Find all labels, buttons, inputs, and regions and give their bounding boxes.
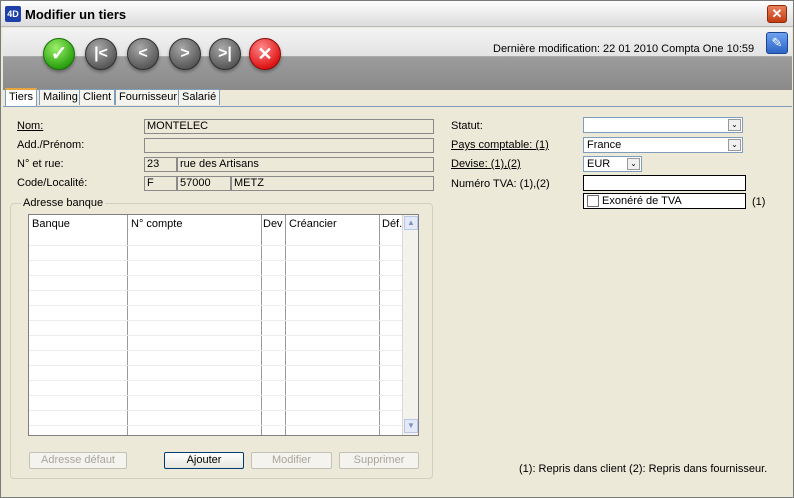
table-row[interactable] <box>29 290 403 291</box>
last-record-button[interactable]: >| <box>209 38 241 70</box>
add-bank-button[interactable]: Ajouter <box>164 452 244 469</box>
first-record-button[interactable]: |< <box>85 38 117 70</box>
column-header-banque[interactable]: Banque <box>29 215 127 234</box>
exonere-tva-box[interactable]: Exonéré de TVA <box>583 193 746 209</box>
nom-field[interactable]: MONTELEC <box>144 119 434 134</box>
table-row[interactable] <box>29 305 403 306</box>
table-row[interactable] <box>29 320 403 321</box>
table-row[interactable] <box>29 260 403 261</box>
devise-label: Devise: (1),(2) <box>451 158 521 170</box>
code-postal-field[interactable]: 57000 <box>177 176 231 191</box>
pays-comptable-value: France <box>587 139 622 151</box>
chevron-down-icon: ⌄ <box>627 158 640 170</box>
modifier-tiers-window: 4D Modifier un tiers ✕ ✓ |< < > >| ✕ Der… <box>0 0 794 498</box>
table-row[interactable] <box>29 380 403 381</box>
exonere-label: Exonéré de TVA <box>602 195 682 207</box>
table-row[interactable] <box>29 335 403 336</box>
pays-comptable-label: Pays comptable: (1) <box>451 139 549 151</box>
rue-numero-field[interactable]: 23 <box>144 157 177 172</box>
chevron-down-icon: ⌄ <box>728 139 741 151</box>
scroll-up-arrow-icon[interactable]: ▲ <box>404 216 418 230</box>
column-divider <box>127 215 128 435</box>
devise-value: EUR <box>587 158 611 170</box>
tab-mailing[interactable]: Mailing <box>39 89 82 105</box>
tab-salarie[interactable]: Salarié <box>178 89 221 105</box>
nom-label: Nom: <box>17 120 44 132</box>
tva-label: Numéro TVA: (1),(2) <box>451 178 550 190</box>
cancel-button[interactable]: ✕ <box>249 38 281 70</box>
column-header-devise[interactable]: Dev <box>262 215 285 234</box>
statut-label: Statut: <box>451 120 483 132</box>
column-header-creancier[interactable]: Créancier <box>286 215 379 234</box>
record-toolbar: ✓ |< < > >| ✕ Dernière modification: 22 … <box>3 28 792 90</box>
localite-label: Code/Localité: <box>17 177 88 189</box>
statut-select[interactable]: ⌄ <box>583 117 743 133</box>
column-header-defaut[interactable]: Déf. <box>380 215 402 234</box>
window-title: Modifier un tiers <box>25 7 127 22</box>
column-divider <box>379 215 380 435</box>
exonere-checkbox[interactable] <box>587 195 599 207</box>
next-record-button[interactable]: > <box>169 38 201 70</box>
scroll-down-arrow-icon[interactable]: ▼ <box>404 419 418 433</box>
table-row[interactable] <box>29 395 403 396</box>
table-row[interactable] <box>29 425 403 426</box>
rue-label: N° et rue: <box>17 158 64 170</box>
tab-client[interactable]: Client <box>79 89 116 105</box>
last-modified-info: Dernière modification: 22 01 2010 Compta… <box>493 43 755 55</box>
devise-select[interactable]: EUR ⌄ <box>583 156 642 172</box>
close-window-button[interactable]: ✕ <box>767 5 787 23</box>
column-header-numero-compte[interactable]: N° compte <box>128 215 261 234</box>
table-row[interactable] <box>29 275 403 276</box>
exonere-note: (1) <box>752 196 766 208</box>
ville-field[interactable]: METZ <box>231 176 434 191</box>
validate-button[interactable]: ✓ <box>43 38 75 70</box>
footnote-text: (1): Repris dans client (2): Repris dans… <box>519 463 768 475</box>
previous-record-button[interactable]: < <box>127 38 159 70</box>
tva-number-field[interactable] <box>583 175 746 191</box>
bank-table[interactable]: Banque N° compte Dev Créancier Déf. ▲ ▼ <box>28 214 419 436</box>
add-prenom-label: Add./Prénom: <box>17 139 85 151</box>
table-row[interactable] <box>29 350 403 351</box>
table-row[interactable] <box>29 245 403 246</box>
modify-bank-button[interactable]: Modifier <box>251 452 332 469</box>
tab-tiers[interactable]: Tiers <box>5 88 38 106</box>
tab-fournisseur[interactable]: Fournisseur <box>115 89 182 105</box>
table-row[interactable] <box>29 365 403 366</box>
rue-nom-field[interactable]: rue des Artisans <box>177 157 434 172</box>
default-address-button[interactable]: Adresse défaut <box>29 452 127 469</box>
app-4d-icon: 4D <box>5 6 21 22</box>
table-row[interactable] <box>29 410 403 411</box>
table-scrollbar[interactable]: ▲ ▼ <box>402 215 418 435</box>
pays-code-field[interactable]: F <box>144 176 177 191</box>
chevron-down-icon: ⌄ <box>728 119 741 131</box>
delete-bank-button[interactable]: Supprimer <box>339 452 419 469</box>
column-divider <box>285 215 286 435</box>
column-divider <box>261 215 262 435</box>
edit-pen-button[interactable]: ✎ <box>766 32 788 54</box>
add-prenom-field[interactable] <box>144 138 434 153</box>
title-bar[interactable]: 4D Modifier un tiers ✕ <box>1 1 793 27</box>
pays-comptable-select[interactable]: France ⌄ <box>583 137 743 153</box>
bank-group-title: Adresse banque <box>21 197 106 209</box>
bank-address-group: Adresse banque Banque N° compte Dev Créa… <box>10 197 433 479</box>
